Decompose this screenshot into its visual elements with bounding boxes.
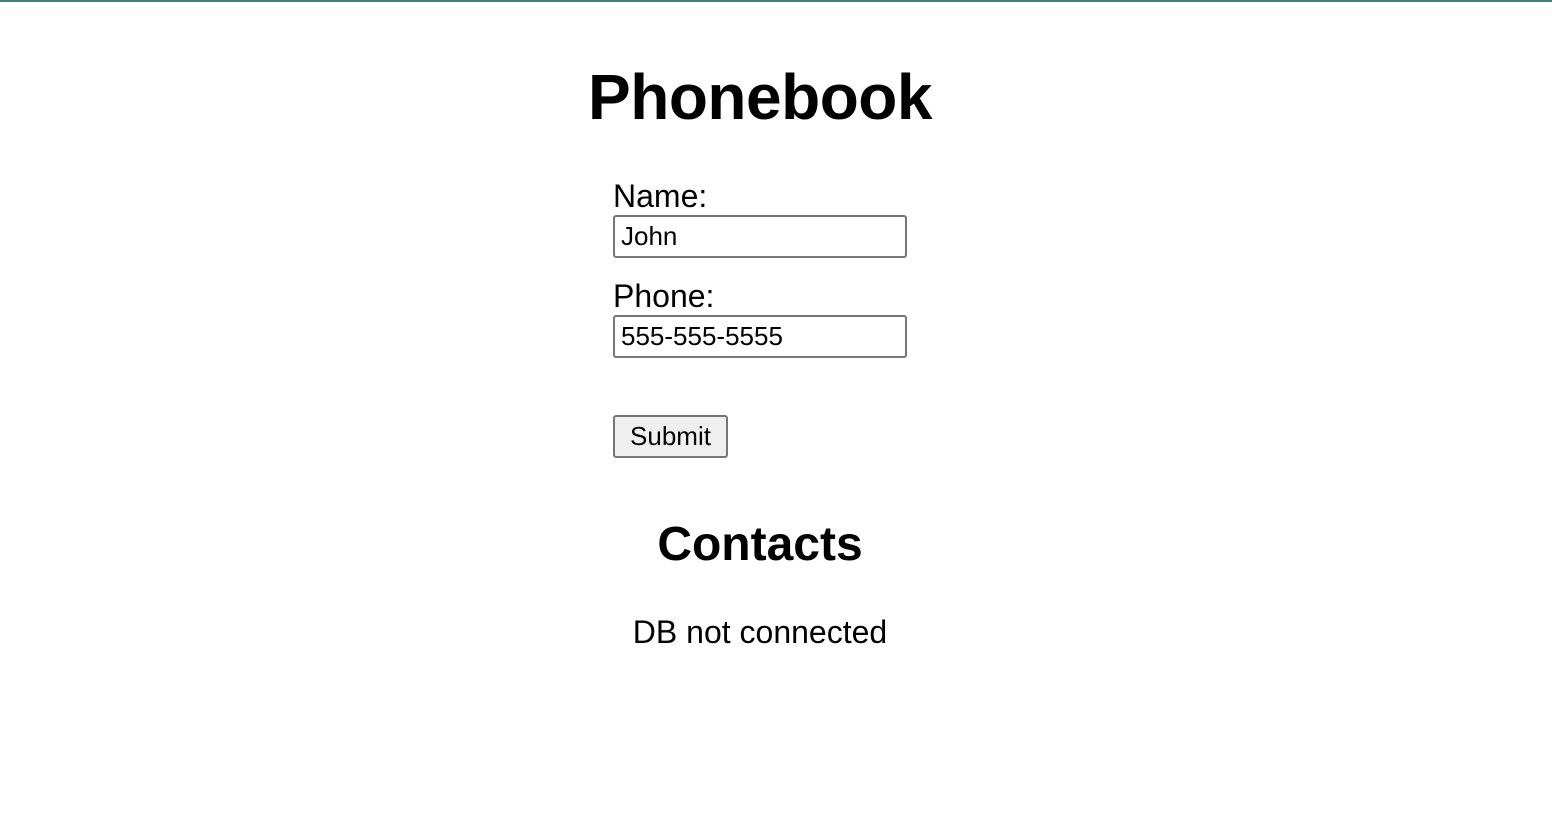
page-title: Phonebook <box>588 61 932 133</box>
name-input[interactable] <box>613 215 907 258</box>
submit-button[interactable]: Submit <box>613 415 728 458</box>
phonebook-app: Phonebook Name: Phone: Submit Contacts D… <box>0 0 1520 838</box>
db-status-message: DB not connected <box>632 614 888 650</box>
contacts-heading: Contacts <box>657 518 863 571</box>
name-label: Name: <box>613 178 708 214</box>
phone-label: Phone: <box>613 278 715 314</box>
phone-input[interactable] <box>613 315 907 358</box>
